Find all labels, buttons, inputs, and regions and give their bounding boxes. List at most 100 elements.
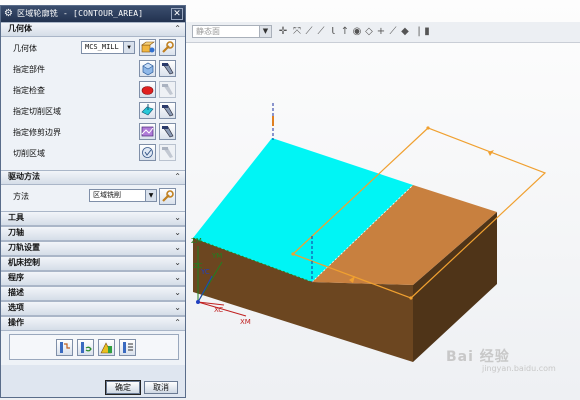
- new-geometry-button[interactable]: [139, 39, 156, 56]
- section-collapsed-header[interactable]: 选项 ⌄: [1, 301, 185, 316]
- display-cut-region-button[interactable]: [159, 144, 176, 161]
- drive-method-select[interactable]: 区域铣削 ▼: [89, 189, 157, 202]
- list-toolpath-button[interactable]: [119, 339, 136, 356]
- check-geometry-icon: [141, 86, 154, 95]
- midpoint-icon[interactable]: ⟋: [316, 27, 326, 37]
- generate-toolpath-button[interactable]: [56, 339, 73, 356]
- section-geometry-title: 几何体: [8, 24, 32, 33]
- display-part-button[interactable]: [159, 60, 176, 77]
- quadrant-icon[interactable]: ◇: [364, 27, 374, 37]
- section-collapsed-header[interactable]: 机床控制 ⌄: [1, 256, 185, 271]
- specify-trim-boundary-button[interactable]: [139, 123, 156, 140]
- display-trim-boundary-button[interactable]: [159, 123, 176, 140]
- flashlight-icon: [162, 126, 174, 138]
- face-icon[interactable]: ◆: [400, 27, 410, 37]
- snap-icon[interactable]: ✛: [278, 27, 288, 37]
- chevron-up-icon: ⌃: [174, 172, 181, 181]
- watermark-text: Bai 经验: [446, 349, 510, 365]
- display-cut-area-button[interactable]: [159, 102, 176, 119]
- ym-axis-label: YM: [211, 252, 222, 260]
- chevron-up-icon: ⌃: [174, 318, 181, 327]
- pole-icon[interactable]: ⟋: [388, 27, 398, 37]
- point-icon[interactable]: +: [376, 27, 386, 37]
- cut-region-button[interactable]: [139, 144, 156, 161]
- cut-region-icon: [142, 147, 153, 158]
- specify-cut-area-row: 指定切削区域: [1, 100, 185, 121]
- flashlight-icon: [162, 105, 174, 117]
- specify-check-button[interactable]: [139, 81, 156, 98]
- section-collapsed-header[interactable]: 刀轨设置 ⌄: [1, 241, 185, 256]
- section-actions-header[interactable]: 操作 ⌃: [1, 316, 185, 331]
- section-collapsed-header[interactable]: 工具 ⌄: [1, 211, 185, 226]
- section-drive-method-header[interactable]: 驱动方法 ⌃: [1, 170, 185, 185]
- section-collapsed-header[interactable]: 刀轴 ⌄: [1, 226, 185, 241]
- dialog-title: 区域轮廓铣 - [CONTOUR_AREA]: [17, 9, 144, 18]
- cut-area-icon: [141, 104, 154, 116]
- view-style-dropdown[interactable]: 静态面 ▼: [192, 25, 272, 38]
- section-collapsed-header[interactable]: 程序 ⌄: [1, 271, 185, 286]
- edit-drive-method-button[interactable]: [159, 188, 176, 205]
- center-icon[interactable]: ◉: [352, 27, 362, 37]
- flashlight-icon: [162, 84, 173, 95]
- section-geometry-body: 几何体 MCS_MILL ▼ 指定部件 指定检查 指定切削区域 指定修剪边界 切…: [1, 37, 185, 170]
- list-icon: [123, 342, 133, 353]
- trim-boundary-vertex: [291, 252, 295, 256]
- collapsed-sections: 工具 ⌄ 刀轴 ⌄ 刀轨设置 ⌄ 机床控制 ⌄ 程序 ⌄ 描述 ⌄ 选项 ⌄: [1, 211, 185, 316]
- chevron-down-icon: ▼: [123, 42, 134, 53]
- section-actions-body: [1, 331, 185, 365]
- section-actions-title: 操作: [8, 318, 24, 327]
- dialog-button-bar: 确定 取消: [1, 377, 185, 397]
- specify-part-row: 指定部件: [1, 58, 185, 79]
- trim-boundary-icon: [141, 126, 154, 137]
- tangent-icon[interactable]: ↑: [340, 27, 350, 37]
- section-drive-method-body: 方法 区域铣削 ▼: [1, 185, 185, 211]
- section-collapsed-title: 描述: [8, 288, 24, 297]
- contour-area-dialog: ⚙ 区域轮廓铣 - [CONTOUR_AREA] ✕ 几何体 ⌃ 几何体 MCS…: [0, 5, 186, 398]
- verify-icon: [100, 342, 112, 354]
- trim-boundary-vertex: [426, 126, 430, 130]
- geometry-label: 几何体: [13, 44, 37, 53]
- edit-geometry-button[interactable]: [159, 39, 176, 56]
- view-style-value: 静态面: [196, 27, 220, 36]
- specify-check-label: 指定检查: [13, 86, 45, 95]
- trim-boundary-vertex: [409, 296, 413, 300]
- section-collapsed-header[interactable]: 描述 ⌄: [1, 286, 185, 301]
- specify-cut-area-button[interactable]: [139, 102, 156, 119]
- cut-region-row: 切削区域: [1, 142, 185, 163]
- geometry-row: 几何体 MCS_MILL ▼: [1, 37, 185, 58]
- curve-icon[interactable]: Ɩ: [328, 27, 338, 37]
- chevron-down-icon: ⌄: [174, 303, 181, 312]
- view-toolbar: 静态面 ▼ ✛ ⤧ ⟋ ⟋ Ɩ ↑ ◉ ◇ + ⟋ ◆ | ▮: [186, 22, 580, 43]
- display-check-button[interactable]: [159, 81, 176, 98]
- chevron-down-icon: ▼: [259, 26, 271, 37]
- part-icon: [142, 62, 154, 76]
- baidu-watermark: Bai 经验 jingyan.baidu.com: [446, 346, 556, 373]
- chevron-down-icon: ⌄: [174, 228, 181, 237]
- cross-icon[interactable]: ⤧: [292, 27, 302, 37]
- cancel-button[interactable]: 取消: [144, 381, 178, 394]
- section-collapsed-title: 程序: [8, 273, 24, 282]
- specify-part-button[interactable]: [139, 60, 156, 77]
- line-icon[interactable]: ⟋: [304, 27, 314, 37]
- section-collapsed-title: 工具: [8, 213, 24, 222]
- gear-icon: ⚙: [4, 8, 13, 19]
- filter-icon[interactable]: ▮: [422, 27, 432, 37]
- actions-toolbar: [9, 334, 179, 360]
- watermark-subtext: jingyan.baidu.com: [482, 364, 556, 373]
- dialog-titlebar[interactable]: ⚙ 区域轮廓铣 - [CONTOUR_AREA] ✕: [1, 6, 185, 22]
- geometry-select[interactable]: MCS_MILL ▼: [81, 41, 135, 54]
- verify-toolpath-button[interactable]: [98, 339, 115, 356]
- chevron-down-icon: ⌄: [174, 288, 181, 297]
- close-icon[interactable]: ✕: [171, 8, 183, 20]
- geometry-select-value: MCS_MILL: [85, 43, 119, 51]
- section-drive-method-title: 驱动方法: [8, 172, 40, 181]
- flashlight-icon: [162, 63, 174, 75]
- section-geometry-header[interactable]: 几何体 ⌃: [1, 22, 185, 37]
- ok-button[interactable]: 确定: [105, 380, 141, 395]
- replay-toolpath-button[interactable]: [77, 339, 94, 356]
- section-collapsed-title: 刀轨设置: [8, 243, 40, 252]
- specify-part-label: 指定部件: [13, 65, 45, 74]
- new-geometry-icon: [141, 41, 155, 53]
- chevron-down-icon: ⌄: [174, 258, 181, 267]
- method-label: 方法: [13, 192, 29, 201]
